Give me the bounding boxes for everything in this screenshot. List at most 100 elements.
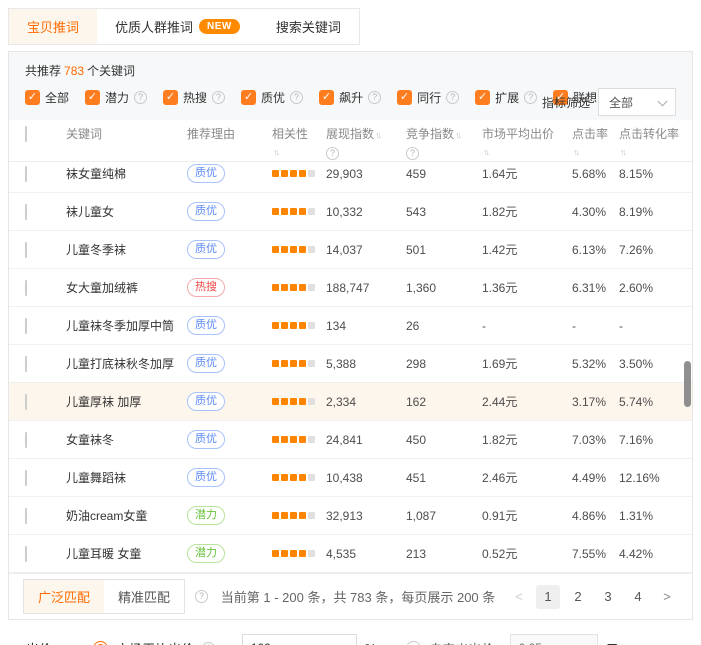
filter-checkbox-item[interactable]: ✓ 飙升 ? bbox=[319, 89, 381, 106]
row-checkbox[interactable] bbox=[25, 394, 27, 410]
filter-label: 全部 bbox=[45, 89, 69, 106]
row-checkbox[interactable] bbox=[25, 508, 27, 524]
keyword-cell[interactable]: 袜女童纯棉 bbox=[66, 165, 187, 182]
relevance-square bbox=[272, 398, 279, 405]
market-bid-percent-input[interactable] bbox=[242, 634, 357, 645]
column-header[interactable]: 竞争指数↑↓ ? bbox=[406, 127, 482, 160]
filter-checkbox-item[interactable]: ✓ 质优 ? bbox=[241, 89, 303, 106]
keyword-cell[interactable]: 儿童袜冬季加厚中筒 bbox=[66, 317, 187, 334]
row-checkbox[interactable] bbox=[25, 470, 27, 486]
column-header[interactable]: 市场平均出价 ↑↓ bbox=[482, 127, 572, 160]
row-checkbox[interactable] bbox=[25, 432, 27, 448]
checkbox-checked-icon[interactable]: ✓ bbox=[25, 90, 40, 105]
help-icon[interactable]: ? bbox=[406, 147, 419, 160]
row-checkbox[interactable] bbox=[25, 166, 27, 182]
filter-checkbox-item[interactable]: ✓ 全部 bbox=[25, 89, 69, 106]
keyword-cell[interactable]: 儿童打底袜秋冬加厚 bbox=[66, 355, 187, 372]
help-icon[interactable]: ? bbox=[524, 91, 537, 104]
sort-icon[interactable]: ↑↓ bbox=[375, 130, 380, 140]
ctr-cell: - bbox=[572, 319, 619, 333]
ctr-cell: 4.30% bbox=[572, 205, 619, 219]
bid-help-icon[interactable]: ? bbox=[202, 642, 215, 645]
custom-bid-radio[interactable] bbox=[406, 641, 421, 645]
checkbox-checked-icon[interactable]: ✓ bbox=[241, 90, 256, 105]
sort-icon[interactable]: ↑↓ bbox=[483, 147, 488, 157]
filter-checkbox-item[interactable]: ✓ 潜力 ? bbox=[85, 89, 147, 106]
help-icon[interactable]: ? bbox=[134, 91, 147, 104]
market-bid-radio[interactable] bbox=[93, 641, 108, 645]
page-button-1[interactable]: 1 bbox=[536, 585, 560, 609]
relevance-square bbox=[290, 360, 297, 367]
keyword-cell[interactable]: 儿童舞蹈袜 bbox=[66, 469, 187, 486]
tab-1[interactable]: 优质人群推词 NEW bbox=[97, 9, 258, 44]
select-all-checkbox[interactable] bbox=[25, 126, 27, 142]
row-checkbox[interactable] bbox=[25, 356, 27, 372]
exact-match-button[interactable]: 精准匹配 bbox=[104, 580, 184, 613]
keyword-cell[interactable]: 奶油cream女童 bbox=[66, 507, 187, 524]
row-checkbox[interactable] bbox=[25, 242, 27, 258]
page-button-3[interactable]: 3 bbox=[596, 585, 620, 609]
column-header[interactable]: 展现指数↑↓ ? bbox=[326, 127, 406, 160]
column-header[interactable]: 点击率 ↑↓ bbox=[572, 127, 619, 160]
page-button-4[interactable]: 4 bbox=[626, 585, 650, 609]
checkbox-checked-icon[interactable]: ✓ bbox=[85, 90, 100, 105]
sort-icon[interactable]: ↑↓ bbox=[620, 147, 625, 157]
checkbox-checked-icon[interactable]: ✓ bbox=[475, 90, 490, 105]
help-icon[interactable]: ? bbox=[446, 91, 459, 104]
percent-sign: % bbox=[365, 641, 377, 645]
relevance-square bbox=[299, 474, 306, 481]
checkbox-checked-icon[interactable]: ✓ bbox=[397, 90, 412, 105]
column-header[interactable]: 相关性 ↑↓ bbox=[272, 127, 326, 160]
table-row: 儿童冬季袜 质优 14,037 501 1.42元 6.13% 7.26% bbox=[9, 231, 692, 269]
keyword-cell[interactable]: 女大童加绒裤 bbox=[66, 279, 187, 296]
prev-page-button[interactable]: < bbox=[508, 585, 530, 609]
relevance-square bbox=[281, 284, 288, 291]
market-bid-cell: 0.52元 bbox=[482, 545, 572, 562]
ctr-cell: 7.55% bbox=[572, 547, 619, 561]
row-checkbox[interactable] bbox=[25, 204, 27, 220]
checkbox-checked-icon[interactable]: ✓ bbox=[319, 90, 334, 105]
tab-0[interactable]: 宝贝推词 bbox=[9, 9, 97, 44]
reason-badge: 质优 bbox=[187, 240, 225, 259]
market-bid-cell: 1.64元 bbox=[482, 165, 572, 182]
sort-icon[interactable]: ↑↓ bbox=[573, 147, 578, 157]
next-page-button[interactable]: > bbox=[656, 585, 678, 609]
ctr-cell: 5.32% bbox=[572, 357, 619, 371]
help-icon[interactable]: ? bbox=[212, 91, 225, 104]
column-header[interactable]: 关键词 bbox=[66, 127, 187, 142]
sort-icon[interactable]: ↑↓ bbox=[273, 147, 278, 157]
filter-checkbox-item[interactable]: ✓ 热搜 ? bbox=[163, 89, 225, 106]
metric-filter-select[interactable]: 全部 bbox=[598, 88, 676, 116]
display-index-cell: 134 bbox=[326, 319, 406, 333]
relevance-square bbox=[281, 474, 288, 481]
page-button-2[interactable]: 2 bbox=[566, 585, 590, 609]
keyword-cell[interactable]: 儿童冬季袜 bbox=[66, 241, 187, 258]
help-icon[interactable]: ? bbox=[290, 91, 303, 104]
scrollbar-thumb[interactable] bbox=[684, 361, 691, 407]
filter-label: 同行 bbox=[417, 89, 441, 106]
help-icon[interactable]: ? bbox=[326, 147, 339, 160]
broad-match-button[interactable]: 广泛匹配 bbox=[24, 580, 104, 613]
checkbox-checked-icon[interactable]: ✓ bbox=[163, 90, 178, 105]
column-header[interactable]: 点击转化率 ↑↓ bbox=[619, 127, 692, 160]
keyword-cell[interactable]: 女童袜冬 bbox=[66, 431, 187, 448]
sort-icon[interactable]: ↑↓ bbox=[455, 130, 460, 140]
help-icon[interactable]: ? bbox=[368, 91, 381, 104]
tab-2[interactable]: 搜索关键词 bbox=[258, 9, 359, 44]
keyword-cell[interactable]: 儿童厚袜 加厚 bbox=[66, 393, 187, 410]
row-checkbox[interactable] bbox=[25, 546, 27, 562]
column-header[interactable]: 推荐理由 bbox=[187, 127, 272, 142]
custom-bid-input[interactable] bbox=[510, 634, 598, 645]
summary-count: 783 bbox=[64, 64, 84, 78]
pagination-info: 当前第 1 - 200 条，共 783 条，每页展示 200 条 bbox=[208, 587, 508, 606]
row-checkbox[interactable] bbox=[25, 318, 27, 334]
filter-checkbox-item[interactable]: ✓ 扩展 ? bbox=[475, 89, 537, 106]
relevance-square bbox=[299, 322, 306, 329]
keyword-cell[interactable]: 儿童耳暖 女童 bbox=[66, 545, 187, 562]
relevance-bar bbox=[272, 322, 326, 329]
filter-checkbox-item[interactable]: ✓ 同行 ? bbox=[397, 89, 459, 106]
relevance-square bbox=[281, 246, 288, 253]
match-help-icon[interactable]: ? bbox=[195, 590, 208, 603]
row-checkbox[interactable] bbox=[25, 280, 27, 296]
keyword-cell[interactable]: 袜儿童女 bbox=[66, 203, 187, 220]
